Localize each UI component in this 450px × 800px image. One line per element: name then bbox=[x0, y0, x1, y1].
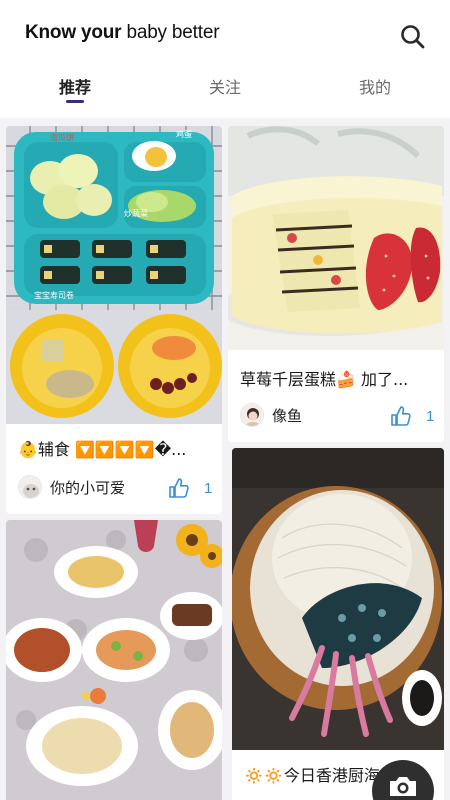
app-title-bold: Know your bbox=[25, 22, 122, 43]
feed-card-strawberry-cake[interactable]: 草莓千层蛋糕🍰 加了... 像鱼 1 bbox=[228, 126, 444, 442]
like-count: 1 bbox=[426, 407, 435, 425]
search-icon bbox=[401, 25, 425, 49]
card-author[interactable]: 像鱼 bbox=[240, 402, 302, 428]
image-label-roll: 宝宝寿司卷 bbox=[34, 290, 74, 300]
feed-card-lobster[interactable]: 🔅🔅今日香港厨海鲜... bbox=[232, 448, 444, 800]
card-image-baby-food[interactable]: 南瓜饼 鸡蛋 炒蔬菜 宝宝寿司卷 bbox=[6, 126, 222, 424]
card-image-dinner-table[interactable] bbox=[6, 520, 222, 800]
thumbs-up-icon bbox=[169, 478, 189, 498]
card-caption[interactable]: 草莓千层蛋糕🍰 加了... bbox=[240, 366, 432, 390]
author-avatar[interactable] bbox=[240, 403, 264, 427]
tab-following[interactable]: 关注 bbox=[185, 74, 265, 98]
image-label-melon: 南瓜饼 bbox=[50, 132, 74, 142]
tab-mine[interactable]: 我的 bbox=[335, 74, 415, 98]
feed-tabs: 推荐 关注 我的 bbox=[0, 70, 450, 110]
app-title-light: baby better bbox=[121, 22, 220, 43]
top-header: Know your baby better 推荐 关注 我的 bbox=[0, 0, 450, 118]
card-caption[interactable]: 👶辅食 🔽🔽🔽🔽�... bbox=[18, 436, 210, 460]
feed-card-dinner-table[interactable] bbox=[6, 520, 222, 800]
image-label-veg: 炒蔬菜 bbox=[124, 208, 148, 218]
like-button[interactable]: 1 bbox=[168, 477, 212, 499]
card-author[interactable]: 你的小可爱 bbox=[18, 474, 125, 500]
camera-icon bbox=[390, 777, 416, 796]
like-count: 1 bbox=[204, 479, 213, 497]
active-tab-indicator bbox=[66, 100, 84, 103]
image-label-egg: 鸡蛋 bbox=[176, 129, 192, 139]
like-button[interactable]: 1 bbox=[390, 405, 434, 427]
card-image-lobster[interactable] bbox=[232, 448, 444, 750]
search-button[interactable] bbox=[398, 22, 428, 52]
author-name[interactable]: 你的小可爱 bbox=[50, 477, 125, 498]
feed-card-baby-food[interactable]: 南瓜饼 鸡蛋 炒蔬菜 宝宝寿司卷 👶辅食 🔽🔽🔽🔽�... 你的小可爱 1 bbox=[6, 126, 222, 514]
app-title: Know your baby better bbox=[25, 22, 220, 44]
app-screen: Know your baby better 推荐 关注 我的 南瓜饼 鸡蛋 炒蔬… bbox=[0, 0, 450, 800]
author-name[interactable]: 像鱼 bbox=[272, 405, 302, 426]
author-avatar[interactable] bbox=[18, 475, 42, 499]
tab-recommend[interactable]: 推荐 bbox=[35, 74, 115, 98]
card-image-strawberry-cake[interactable] bbox=[228, 126, 444, 350]
thumbs-up-icon bbox=[391, 406, 411, 426]
